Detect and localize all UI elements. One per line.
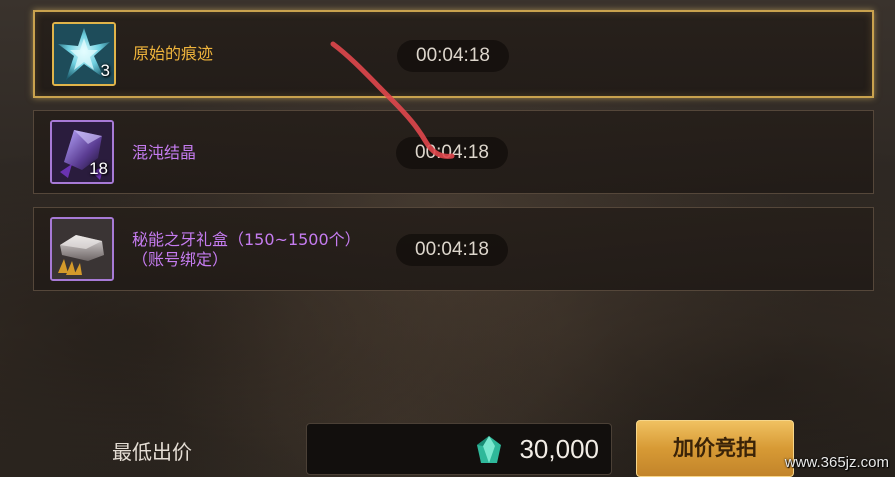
bid-amount-value: 30,000	[519, 434, 599, 464]
raise-bid-button[interactable]: 加价竞拍	[636, 420, 794, 477]
gem-icon	[477, 436, 501, 463]
stack-count: 18	[89, 159, 108, 178]
auction-row[interactable]: 秘能之牙礼盒（150~1500个） （账号绑定） 00:04:18	[33, 207, 874, 291]
auction-row[interactable]: 18 混沌结晶 00:04:18	[33, 110, 874, 194]
auction-row-selected[interactable]: 3 原始的痕迹 00:04:18	[33, 10, 874, 98]
bid-amount-field[interactable]: 30,000	[306, 423, 612, 475]
item-name-line-2: （账号绑定）	[132, 250, 229, 269]
min-bid-label: 最低出价	[112, 440, 192, 464]
countdown-timer: 00:04:18	[396, 234, 508, 266]
watermark: www.365jz.com	[784, 454, 889, 471]
item-name-line-1: 秘能之牙礼盒（150~1500个）	[132, 230, 361, 249]
countdown-timer: 00:04:18	[396, 137, 508, 169]
item-name: 混沌结晶	[132, 143, 197, 162]
item-name: 原始的痕迹	[133, 44, 214, 63]
countdown-timer: 00:04:18	[397, 40, 509, 72]
crystal-shard-icon: 3	[52, 22, 116, 86]
fang-gift-box-icon	[50, 217, 114, 281]
chaos-crystal-icon: 18	[50, 120, 114, 184]
stack-count: 3	[100, 61, 110, 80]
